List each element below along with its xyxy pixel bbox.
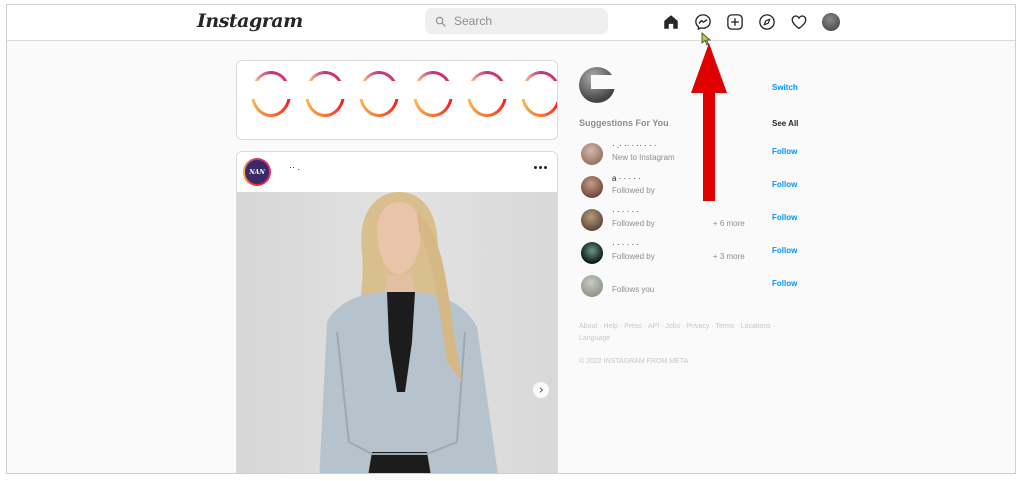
copyright-text: © 2022 INSTAGRAM FROM META [579,358,689,365]
post-author-avatar[interactable]: NAN [243,158,271,186]
top-navigation-bar: Instagram [7,5,1015,41]
profile-avatar[interactable] [821,12,841,32]
follow-button[interactable]: Follow [772,180,797,189]
activity-heart-icon[interactable] [789,12,809,32]
new-post-icon[interactable] [725,12,745,32]
suggestion-avatar[interactable] [581,209,603,231]
nav-icons [661,12,841,32]
suggestion-avatar[interactable] [581,176,603,198]
feed-post: NAN ·· . [236,151,558,473]
search-box[interactable] [425,8,608,34]
explore-icon[interactable] [757,12,777,32]
post-author-username[interactable]: ·· . [289,162,300,172]
stories-tray [236,60,558,140]
post-photo-illustration [319,192,498,473]
suggestion-subtitle: Followed by + 6 more [612,219,745,228]
suggestion-username[interactable]: · · · · · · [612,240,639,249]
annotation-arrow-icon [691,43,727,201]
switch-account-link[interactable]: Switch [772,83,798,92]
follow-button[interactable]: Follow [772,147,797,156]
suggestion-avatar[interactable] [581,242,603,264]
post-header: NAN ·· . [237,152,557,192]
see-all-link[interactable]: See All [772,119,798,128]
browser-viewport: Instagram Search NAN ·· . Switch Suggest… [6,4,1016,474]
messenger-icon[interactable] [693,12,713,32]
redacted-story-names [237,81,557,99]
suggestion-username[interactable]: a · · · · · [612,174,641,183]
suggestion-row: · · · · · · Followed by + 3 more Follow [581,238,799,266]
suggestion-row: · · · · · · Followed by + 6 more Follow [581,205,799,233]
redacted-username [591,75,665,89]
more-horizontal-icon[interactable] [534,166,547,169]
search-input[interactable] [454,14,594,28]
suggestion-avatar[interactable] [581,143,603,165]
follow-button[interactable]: Follow [772,279,797,288]
post-photo[interactable] [237,192,557,473]
suggestion-subtitle: Followed by + 3 more [612,252,745,261]
suggestion-username[interactable]: · .· ·· · ·· · · · [612,141,656,150]
suggestions-heading: Suggestions For You [579,118,669,128]
follow-button[interactable]: Follow [772,246,797,255]
suggestion-subtitle: New to Instagram [612,153,675,162]
suggestion-username[interactable]: · · · · · · [612,207,639,216]
post-author-avatar-text: NAN [245,160,269,184]
follow-button[interactable]: Follow [772,213,797,222]
suggestion-avatar[interactable] [581,275,603,297]
mouse-cursor-icon [701,32,711,46]
footer-links[interactable]: About · Help · Press · API · Jobs · Priv… [579,321,799,345]
chevron-right-icon [539,387,544,393]
home-icon[interactable] [661,12,681,32]
instagram-logo[interactable]: Instagram [197,10,303,32]
suggestion-subtitle: Follows you [612,285,655,294]
search-icon [435,16,446,27]
suggestion-row: Follows you Follow [581,271,799,299]
carousel-next-button[interactable] [533,382,549,398]
